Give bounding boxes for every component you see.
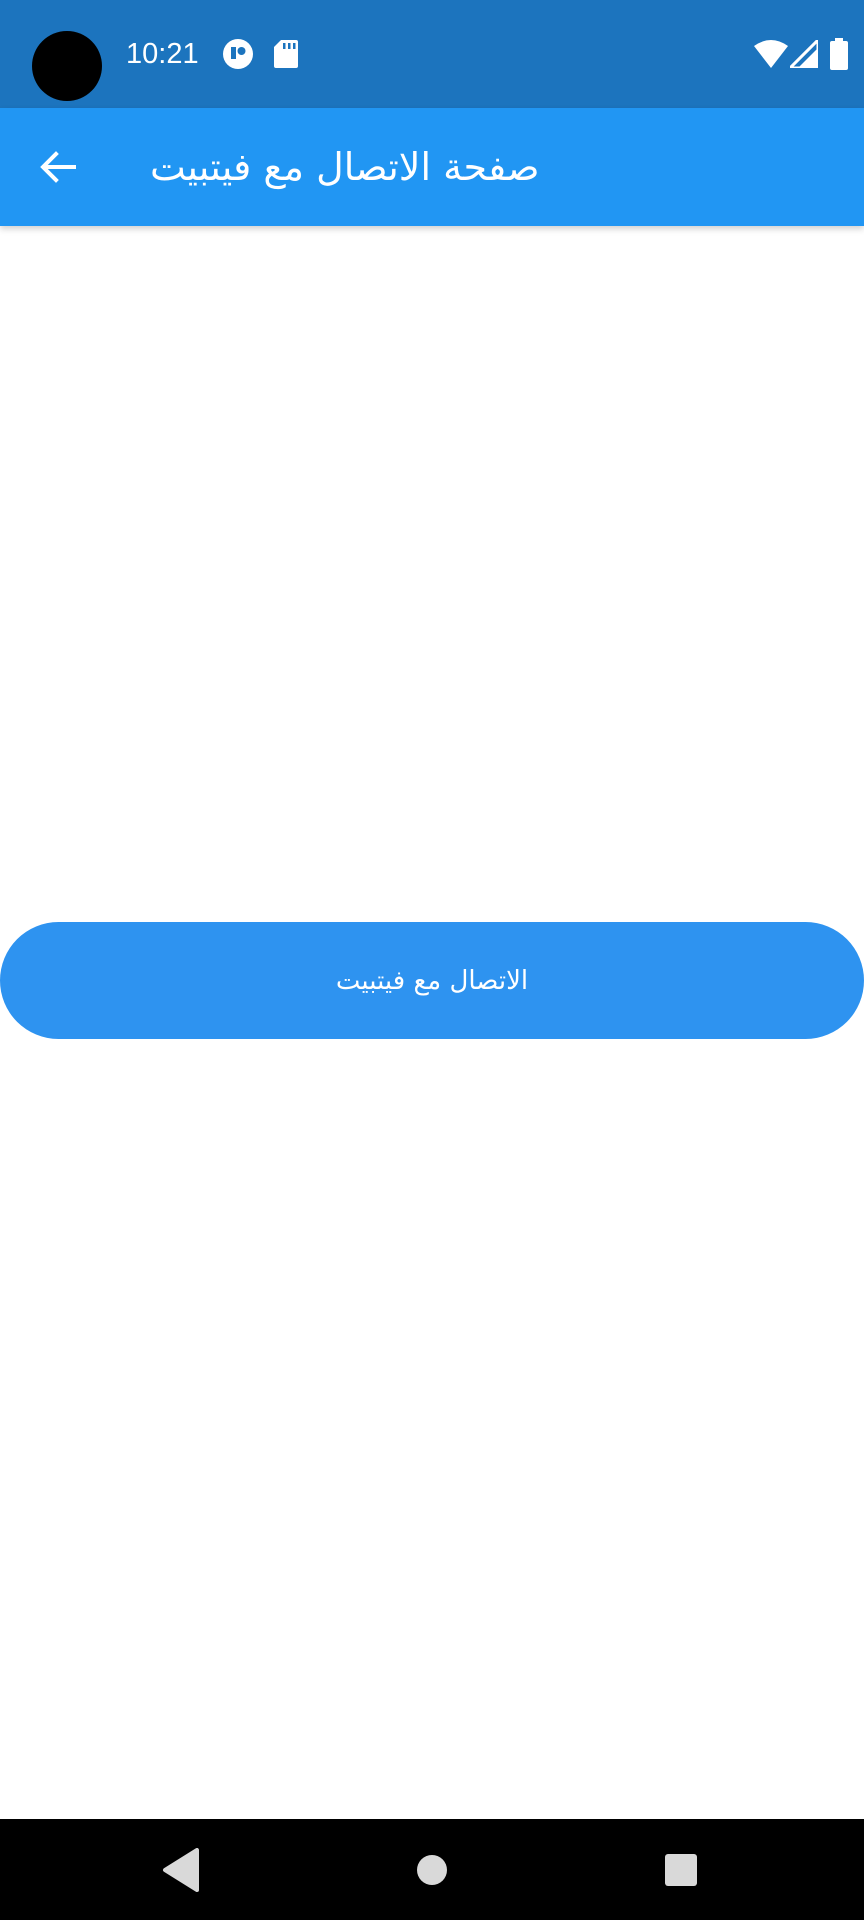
status-bar: 10:21 (0, 0, 864, 108)
page-title: صفحة الاتصال مع فيتبيت (150, 145, 540, 189)
connect-fitbit-button[interactable]: الاتصال مع فيتبيت (0, 922, 864, 1039)
back-button[interactable] (24, 133, 92, 201)
screen: 10:21 صفحة الاتصال مع فيتبيت الاتصال مع … (0, 0, 864, 1920)
nav-back-button[interactable] (155, 1844, 207, 1896)
nav-recents-button[interactable] (655, 1844, 707, 1896)
recents-square-icon (665, 1854, 697, 1886)
arrow-back-icon (40, 151, 76, 183)
navigation-bar (0, 1819, 864, 1920)
app-bar: صفحة الاتصال مع فيتبيت (0, 108, 864, 226)
app-notification-icon (223, 39, 253, 69)
signal-icon (790, 40, 818, 68)
battery-icon (830, 38, 848, 70)
status-time: 10:21 (126, 38, 199, 70)
sd-card-icon (274, 40, 298, 68)
nav-home-button[interactable] (406, 1844, 458, 1896)
camera-cutout (32, 31, 102, 101)
back-triangle-icon (163, 1848, 199, 1892)
home-circle-icon (417, 1855, 447, 1885)
wifi-icon (754, 40, 788, 68)
